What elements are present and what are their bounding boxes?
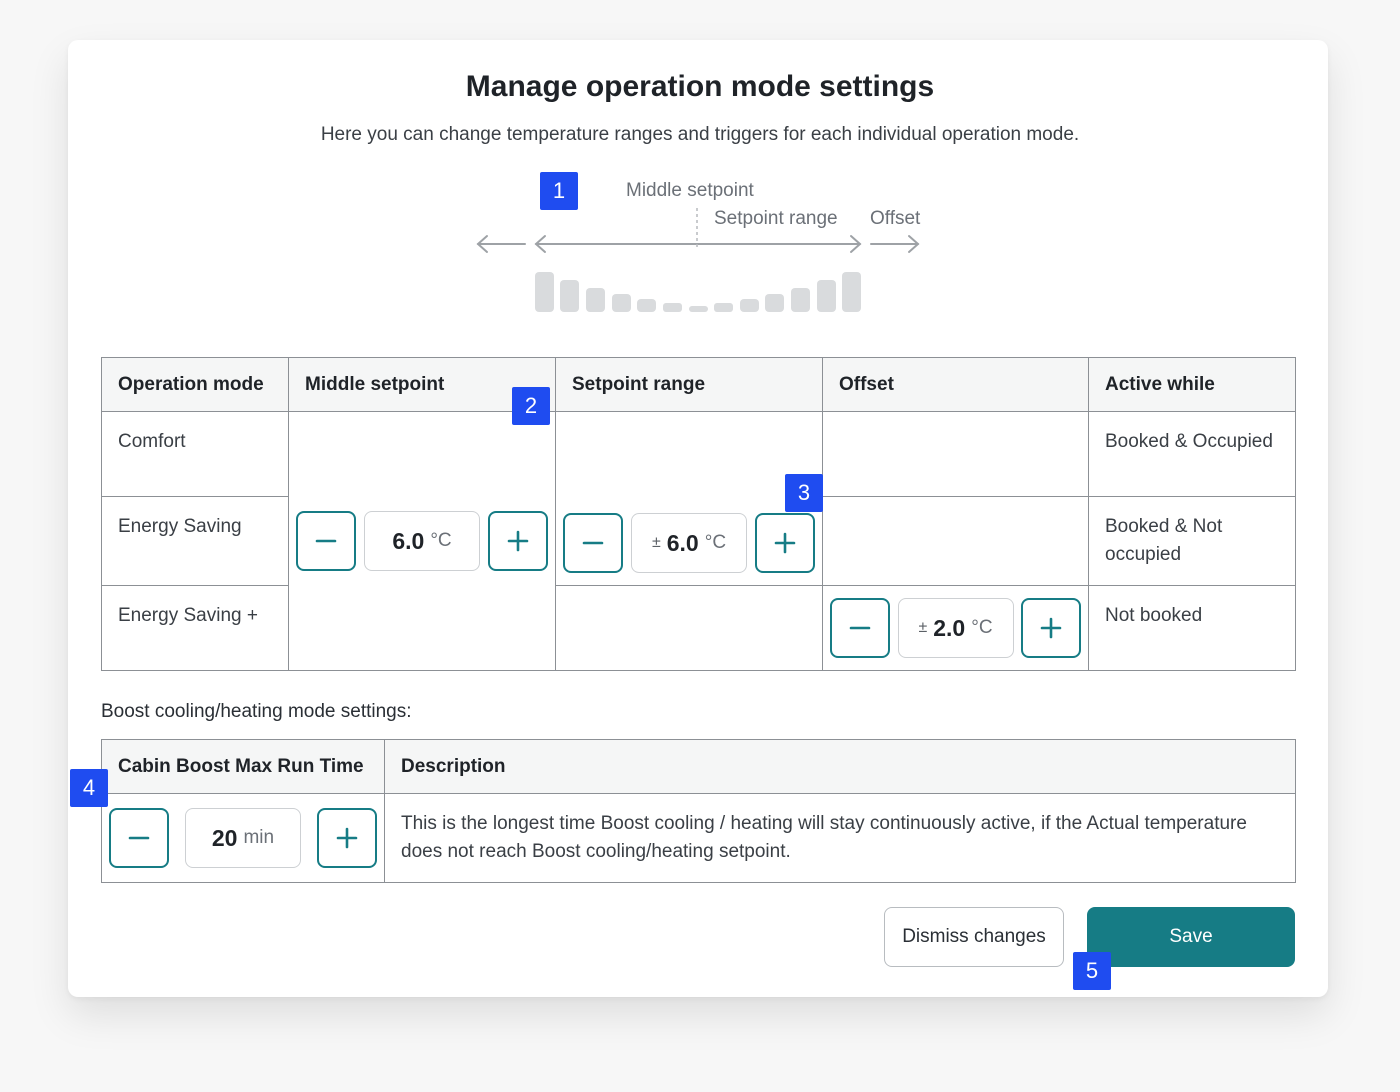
save-button[interactable]: Save [1087, 907, 1295, 967]
offset-number: 2.0 [933, 615, 966, 641]
active-while-cell: Booked & Not occupied [1088, 496, 1296, 586]
setpoint-range-value[interactable]: ± 6.0 °C [631, 513, 747, 573]
dismiss-changes-button[interactable]: Dismiss changes [884, 907, 1064, 967]
middle-setpoint-cell: 6.0 °C [288, 411, 556, 671]
plus-icon [774, 532, 796, 554]
middle-setpoint-decrease-button[interactable] [296, 511, 356, 571]
marker-1: 1 [540, 172, 578, 210]
middle-setpoint-stepper: 6.0 °C [289, 511, 555, 571]
boost-section-label: Boost cooling/heating mode settings: [101, 701, 412, 722]
header-description: Description [384, 739, 1296, 794]
run-time-value[interactable]: 20 min [185, 808, 301, 868]
plus-icon [336, 827, 358, 849]
setpoint-range-prefix: ± [651, 534, 661, 551]
setpoint-range-cell: ± 6.0 °C [555, 411, 823, 586]
setpoint-range-increase-button[interactable] [755, 513, 815, 573]
offset-value[interactable]: ± 2.0 °C [897, 598, 1014, 658]
run-time-decrease-button[interactable] [109, 808, 169, 868]
table-header-row: Operation mode Middle setpoint Setpoint … [101, 357, 1296, 412]
setpoint-range-unit: °C [704, 532, 727, 553]
minus-icon [128, 836, 150, 840]
run-time-increase-button[interactable] [317, 808, 377, 868]
page-subtitle: Here you can change temperature ranges a… [320, 124, 1080, 145]
run-time-unit: min [243, 827, 275, 848]
setpoint-range-stepper: ± 6.0 °C [556, 513, 822, 573]
run-time-number: 20 [211, 825, 238, 851]
setpoint-range-number: 6.0 [666, 530, 699, 556]
middle-setpoint-value[interactable]: 6.0 °C [364, 511, 480, 571]
marker-2: 2 [512, 387, 550, 425]
operation-modes-table: Operation mode Middle setpoint Setpoint … [101, 357, 1296, 671]
run-time-cell: 20 min [101, 793, 385, 883]
offset-increase-button[interactable] [1021, 598, 1081, 658]
offset-cell: ± 2.0 °C [822, 585, 1089, 671]
table-row-comfort: Comfort 6.0 °C ± 6.0 °C Booked & Occupie… [101, 411, 1296, 671]
middle-setpoint-number: 6.0 [392, 528, 425, 554]
offset-label: Offset [870, 208, 921, 229]
active-while-cell: Booked & Occupied [1088, 411, 1296, 497]
header-active-while: Active while [1088, 357, 1296, 412]
minus-icon [582, 541, 604, 545]
setpoint-range-label: Setpoint range [714, 208, 838, 229]
middle-setpoint-label: Middle setpoint [626, 180, 754, 201]
setpoint-range-decrease-button[interactable] [563, 513, 623, 573]
offset-decrease-button[interactable] [830, 598, 890, 658]
offset-prefix: ± [918, 619, 928, 636]
mode-cell: Energy Saving + [101, 585, 289, 671]
plus-icon [1040, 617, 1062, 639]
marker-3: 3 [785, 474, 823, 512]
mode-cell: Energy Saving [101, 496, 289, 586]
mode-cell: Comfort [101, 411, 289, 497]
header-operation-mode: Operation mode [101, 357, 289, 412]
boost-header-row: Cabin Boost Max Run Time Description [101, 739, 1296, 794]
active-while-cell: Not booked [1088, 585, 1296, 671]
run-time-stepper: 20 min [102, 808, 384, 868]
header-offset: Offset [822, 357, 1089, 412]
setpoint-range-empty-cell [555, 585, 823, 671]
middle-setpoint-unit: °C [430, 530, 452, 551]
middle-setpoint-increase-button[interactable] [488, 511, 548, 571]
minus-icon [315, 539, 337, 543]
offset-unit: °C [971, 617, 993, 638]
marker-5: 5 [1073, 952, 1111, 990]
header-setpoint-range: Setpoint range [555, 357, 823, 412]
boost-description: This is the longest time Boost cooling /… [384, 793, 1296, 883]
boost-settings-table: Cabin Boost Max Run Time Description 20 … [101, 739, 1296, 883]
header-cabin-boost-max-run-time: Cabin Boost Max Run Time [101, 739, 385, 794]
page-title: Manage operation mode settings [465, 70, 935, 103]
boost-row: 20 min This is the longest time Boost co… [101, 793, 1296, 883]
offset-stepper: ± 2.0 °C [823, 598, 1088, 658]
offset-empty-cell [822, 411, 1089, 497]
minus-icon [849, 626, 871, 630]
offset-empty-cell [822, 496, 1089, 586]
table-row-energy-saving-plus: Energy Saving + ± 2.0 °C Not booked [101, 585, 1296, 671]
plus-icon [507, 530, 529, 552]
marker-4: 4 [70, 769, 108, 807]
